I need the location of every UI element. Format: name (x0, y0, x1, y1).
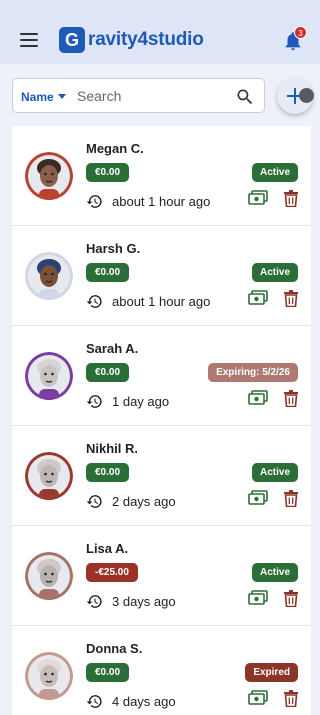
trash-icon[interactable] (283, 490, 299, 507)
history-icon (86, 495, 102, 508)
history-icon (86, 695, 102, 708)
logo-icon: G (59, 27, 85, 53)
avatar (25, 552, 73, 600)
search-icon[interactable] (235, 87, 255, 107)
user-name: Lisa A. (86, 541, 129, 556)
trash-icon[interactable] (283, 590, 299, 607)
history-icon (86, 295, 102, 308)
app-bar: G ravity4studio 3 (0, 0, 320, 64)
last-active-time: 3 days ago (112, 594, 176, 609)
status-badge: Expiring: 5/2/26 (208, 363, 298, 382)
trash-icon[interactable] (283, 390, 299, 407)
history-icon (86, 395, 102, 408)
money-icon[interactable] (248, 190, 268, 206)
money-icon[interactable] (248, 490, 268, 506)
balance-badge: €0.00 (86, 263, 130, 282)
money-icon[interactable] (248, 590, 268, 606)
avatar (25, 252, 73, 300)
user-list: Megan C. €0.00 about 1 hour ago Active Harsh… (12, 126, 311, 715)
last-active-time: about 1 hour ago (112, 294, 211, 309)
app-title: ravity4studio (88, 29, 204, 50)
list-item[interactable]: Lisa A. -€25.00 3 days ago Active (12, 526, 311, 626)
status-badge: Active (251, 163, 298, 182)
avatar (25, 152, 73, 200)
balance-badge: €0.00 (86, 163, 130, 182)
status-badge: Active (251, 463, 298, 482)
chevron-down-icon[interactable] (58, 94, 66, 99)
user-name: Sarah A. (86, 341, 139, 356)
money-icon[interactable] (248, 390, 268, 406)
balance-badge: €0.00 (86, 363, 130, 382)
avatar (25, 652, 73, 700)
last-active-time: 2 days ago (112, 494, 176, 509)
menu-icon[interactable] (20, 33, 38, 47)
list-item[interactable]: Megan C. €0.00 about 1 hour ago Active (12, 126, 311, 226)
balance-badge: €0.00 (86, 463, 130, 482)
last-active-time: 4 days ago (112, 694, 176, 709)
trash-icon[interactable] (283, 690, 299, 707)
user-name: Megan C. (86, 141, 144, 156)
search-field-select[interactable]: Name (21, 90, 54, 104)
list-item[interactable]: Harsh G. €0.00 about 1 hour ago Active (12, 226, 311, 326)
trash-icon[interactable] (283, 190, 299, 207)
drag-handle[interactable] (299, 88, 314, 103)
search-input[interactable] (77, 86, 227, 106)
user-name: Donna S. (86, 641, 143, 656)
status-badge: Expired (245, 663, 298, 682)
last-active-time: 1 day ago (112, 394, 170, 409)
search-bar: Name (12, 78, 265, 113)
balance-badge: €0.00 (86, 663, 130, 682)
list-item[interactable]: Sarah A. €0.00 1 day ago Expiring: 5/2/26 (12, 326, 311, 426)
money-icon[interactable] (248, 690, 268, 706)
user-name: Harsh G. (86, 241, 141, 256)
list-item[interactable]: Nikhil R. €0.00 2 days ago Active (12, 426, 311, 526)
balance-badge: -€25.00 (86, 563, 138, 582)
avatar (25, 352, 73, 400)
list-item[interactable]: Donna S. €0.00 4 days ago Expired (12, 626, 311, 715)
user-name: Nikhil R. (86, 441, 139, 456)
money-icon[interactable] (248, 290, 268, 306)
last-active-time: about 1 hour ago (112, 194, 211, 209)
history-icon (86, 195, 102, 208)
avatar (25, 452, 73, 500)
trash-icon[interactable] (283, 290, 299, 307)
status-badge: Active (251, 263, 298, 282)
status-badge: Active (251, 563, 298, 582)
notification-badge: 3 (294, 26, 307, 39)
history-icon (86, 595, 102, 608)
